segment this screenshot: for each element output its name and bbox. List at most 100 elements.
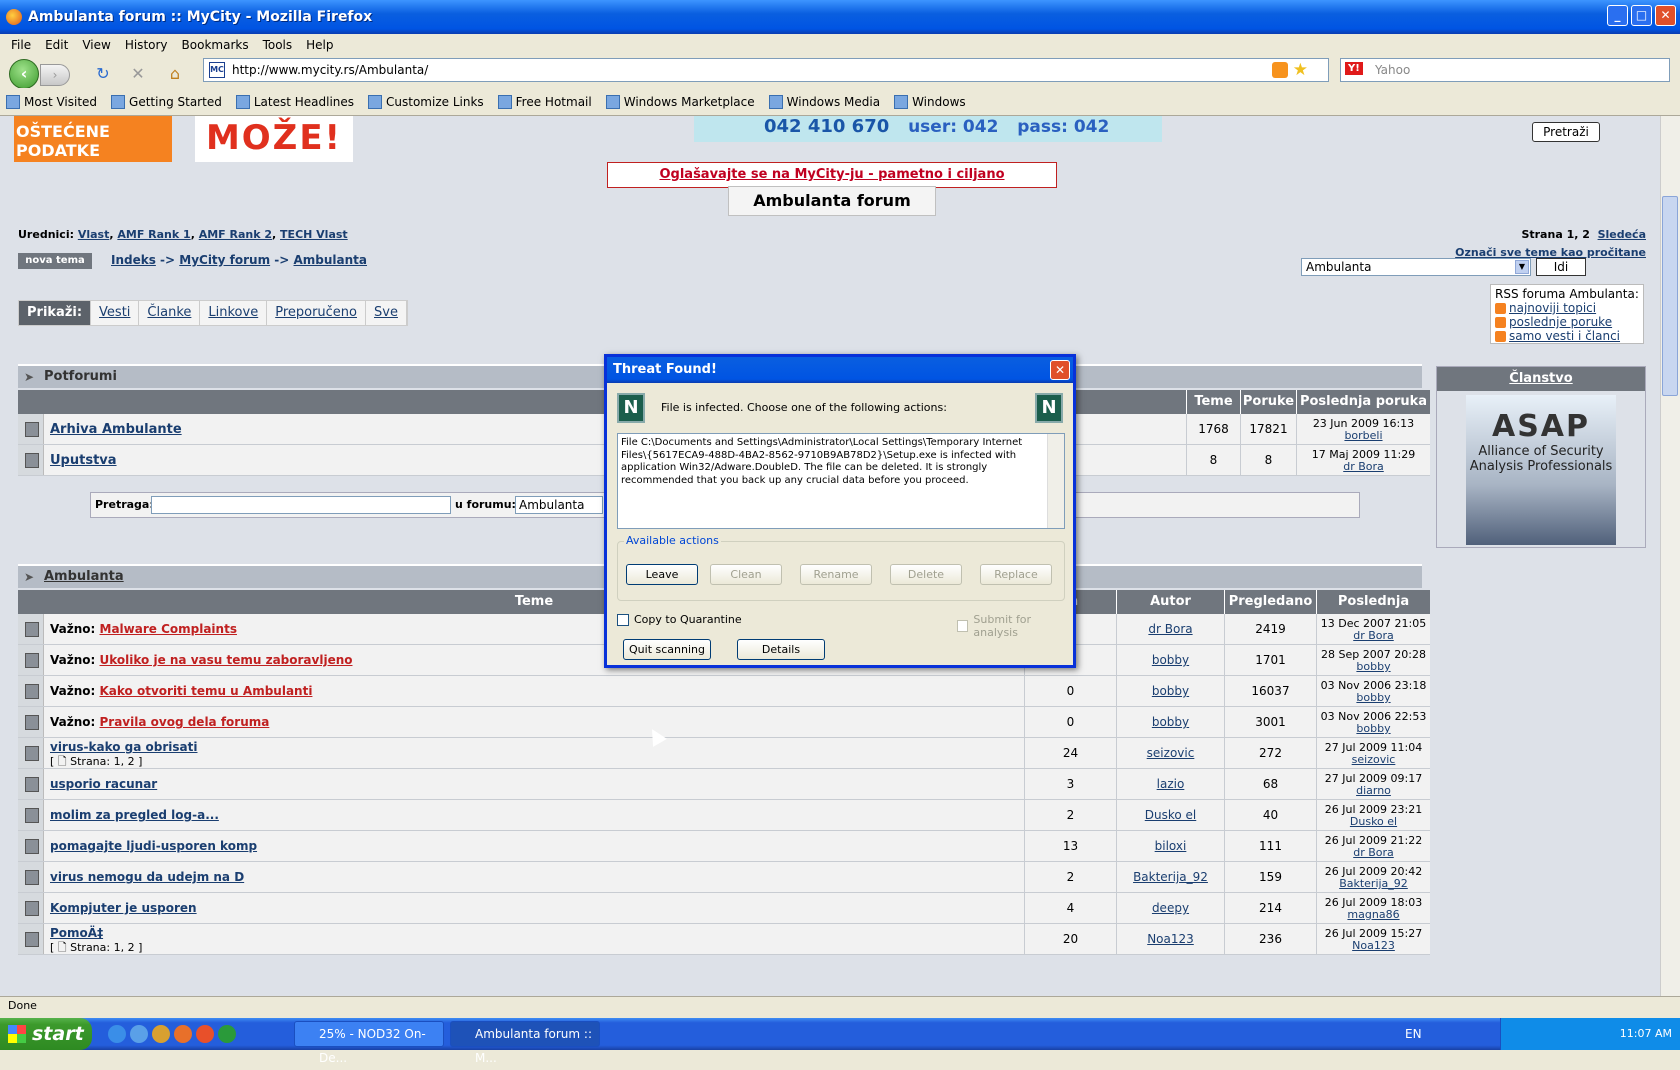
last-post-user[interactable]: seizovic	[1352, 753, 1396, 766]
minimize-button[interactable]: _	[1607, 5, 1628, 26]
last-post-user[interactable]: Dusko el	[1350, 815, 1397, 828]
rss-link[interactable]: najnoviji topici	[1509, 301, 1596, 315]
menu-edit[interactable]: Edit	[38, 38, 75, 52]
scrollbar-thumb[interactable]	[1662, 196, 1678, 396]
home-icon[interactable]: ⌂	[165, 64, 185, 84]
bookmark-getting-started[interactable]: Getting Started	[111, 94, 222, 109]
replace-button[interactable]: Replace	[980, 564, 1052, 585]
cell-author[interactable]: Noa123	[1116, 924, 1224, 954]
tab-preporuceno[interactable]: Preporučeno	[267, 301, 366, 325]
cell-author[interactable]: bobby	[1116, 645, 1224, 675]
banner-dialup[interactable]: 042 410 670 user: 042 pass: 042	[694, 116, 1162, 142]
topic-link[interactable]: Kako otvoriti temu u Ambulanti	[100, 684, 313, 698]
tab-linkove[interactable]: Linkove	[200, 301, 268, 325]
app-icon[interactable]	[152, 1025, 170, 1043]
go-button[interactable]: Idi	[1536, 258, 1586, 276]
back-button[interactable]: ‹	[9, 59, 39, 89]
last-post-user[interactable]: Noa123	[1352, 939, 1395, 952]
cell-author[interactable]: lazio	[1116, 769, 1224, 799]
submit-checkbox[interactable]: Submit for analysis	[957, 613, 1073, 639]
quarantine-checkbox[interactable]: Copy to Quarantine	[617, 613, 742, 626]
banner-moze[interactable]: MOŽE!	[195, 116, 353, 162]
quit-scanning-button[interactable]: Quit scanning	[623, 639, 711, 660]
forum-scope-select[interactable]: Ambulanta	[515, 496, 603, 514]
menu-history[interactable]: History	[118, 38, 175, 52]
cell-author[interactable]: seizovic	[1116, 738, 1224, 768]
menu-file[interactable]: File	[4, 38, 38, 52]
delete-button[interactable]: Delete	[890, 564, 962, 585]
cell-author[interactable]: biloxi	[1116, 831, 1224, 861]
forward-button[interactable]: ›	[40, 64, 70, 86]
subforum-link[interactable]: Arhiva Ambulante	[50, 422, 182, 437]
rss-link[interactable]: poslednje poruke	[1509, 315, 1612, 329]
cell-author[interactable]: Dusko el	[1116, 800, 1224, 830]
topic-link[interactable]: virus nemogu da udejm na D	[50, 870, 244, 884]
firefox-icon[interactable]	[196, 1025, 214, 1043]
start-button[interactable]: start	[0, 1018, 92, 1050]
topic-link[interactable]: pomagajte ljudi-usporen komp	[50, 839, 257, 853]
rss-link[interactable]: samo vesti i članci	[1509, 329, 1620, 343]
topic-link[interactable]: Ukoliko je na vasu temu zaboravljeno	[100, 653, 353, 667]
menu-tools[interactable]: Tools	[256, 38, 300, 52]
breadcrumb-link[interactable]: Ambulanta	[294, 253, 368, 267]
app-icon[interactable]	[218, 1025, 236, 1043]
ie-icon[interactable]	[108, 1025, 126, 1043]
tab-clanke[interactable]: Članke	[139, 301, 201, 325]
maximize-button[interactable]: □	[1631, 5, 1652, 26]
last-post-user[interactable]: dr Bora	[1353, 846, 1394, 859]
table-row[interactable]: molim za pregled log-a... 2 Dusko el 40 26 J…	[18, 800, 1430, 831]
bookmark-star-icon[interactable]: ★	[1293, 60, 1308, 80]
pager-label[interactable]: Strana 1, 2	[1521, 228, 1589, 241]
table-row[interactable]: pomagajte ljudi-usporen komp 13 biloxi 111 2…	[18, 831, 1430, 862]
last-post-user[interactable]: diarno	[1356, 784, 1391, 797]
last-post-user[interactable]: Bakterija_92	[1339, 877, 1408, 890]
stop-icon[interactable]: ✕	[128, 64, 148, 84]
language-indicator[interactable]: EN	[1405, 1018, 1422, 1050]
breadcrumb-link[interactable]: MyCity forum	[179, 253, 270, 267]
taskbar-app-firefox[interactable]: Ambulanta forum :: M...	[450, 1021, 600, 1065]
topic-link[interactable]: Pravila ovog dela foruma	[100, 715, 270, 729]
ad-link[interactable]: Oglašavajte se na MyCity-ju - pametno i …	[607, 162, 1057, 188]
bookmark-windows-media[interactable]: Windows Media	[768, 94, 880, 109]
editor-link[interactable]: AMF Rank 1	[117, 228, 190, 241]
taskbar-app-nod32[interactable]: 25% - NOD32 On-De...	[294, 1021, 444, 1065]
cell-author[interactable]: Bakterija_92	[1116, 862, 1224, 892]
close-button[interactable]: ✕	[1655, 5, 1676, 26]
new-topic-button[interactable]: nova tema	[18, 253, 92, 269]
section-link[interactable]: Ambulanta	[44, 569, 124, 584]
table-row[interactable]: Važno: Kako otvoriti temu u Ambulanti 0 bo…	[18, 676, 1430, 707]
bookmark-customize-links[interactable]: Customize Links	[368, 94, 484, 109]
bookmark-latest-headlines[interactable]: Latest Headlines	[235, 94, 354, 109]
rss-icon[interactable]	[1272, 62, 1288, 78]
cell-author[interactable]: deepy	[1116, 893, 1224, 923]
last-post-user[interactable]: magna86	[1347, 908, 1399, 921]
table-row[interactable]: usporio racunar 3 lazio 68 27 Jul 2009 09:17…	[18, 769, 1430, 800]
firefox-icon[interactable]	[174, 1025, 192, 1043]
editor-link[interactable]: TECH Vlast	[280, 228, 348, 241]
forum-jump-select[interactable]: Ambulanta ▼	[1301, 258, 1531, 276]
leave-button[interactable]: Leave	[626, 564, 698, 585]
last-post-user[interactable]: dr Bora	[1343, 460, 1384, 473]
outlook-icon[interactable]	[130, 1025, 148, 1043]
last-post-user[interactable]: dr Bora	[1353, 629, 1394, 642]
asap-banner[interactable]: ASAP Alliance of Security Analysis Profe…	[1466, 395, 1616, 545]
last-post-user[interactable]: borbeli	[1344, 429, 1382, 442]
menu-help[interactable]: Help	[299, 38, 340, 52]
editor-link[interactable]: AMF Rank 2	[199, 228, 272, 241]
breadcrumb-link[interactable]: Indeks	[111, 253, 156, 267]
bookmark-free-hotmail[interactable]: Free Hotmail	[497, 94, 592, 109]
rename-button[interactable]: Rename	[800, 564, 872, 585]
reload-icon[interactable]: ↻	[93, 64, 113, 84]
url-bar[interactable]: MC http://www.mycity.rs/Ambulanta/ ★	[203, 58, 1329, 82]
topic-link[interactable]: PomoÄ‡	[50, 926, 103, 940]
subforum-link[interactable]: Uputstva	[50, 453, 117, 468]
forum-search-input[interactable]	[151, 496, 451, 514]
table-row[interactable]: PomoÄ‡[ 🗋 Strana: 1, 2 ] 20 Noa123 236 26 Ju…	[18, 924, 1430, 955]
tab-sve[interactable]: Sve	[366, 301, 407, 325]
threat-details-text[interactable]: File C:\Documents and Settings\Administr…	[617, 433, 1065, 529]
topic-link[interactable]: Malware Complaints	[100, 622, 237, 636]
menu-view[interactable]: View	[75, 38, 117, 52]
topic-pages[interactable]: [ 🗋 Strana: 1, 2 ]	[50, 939, 142, 958]
cell-author[interactable]: dr Bora	[1116, 614, 1224, 644]
cell-author[interactable]: bobby	[1116, 676, 1224, 706]
